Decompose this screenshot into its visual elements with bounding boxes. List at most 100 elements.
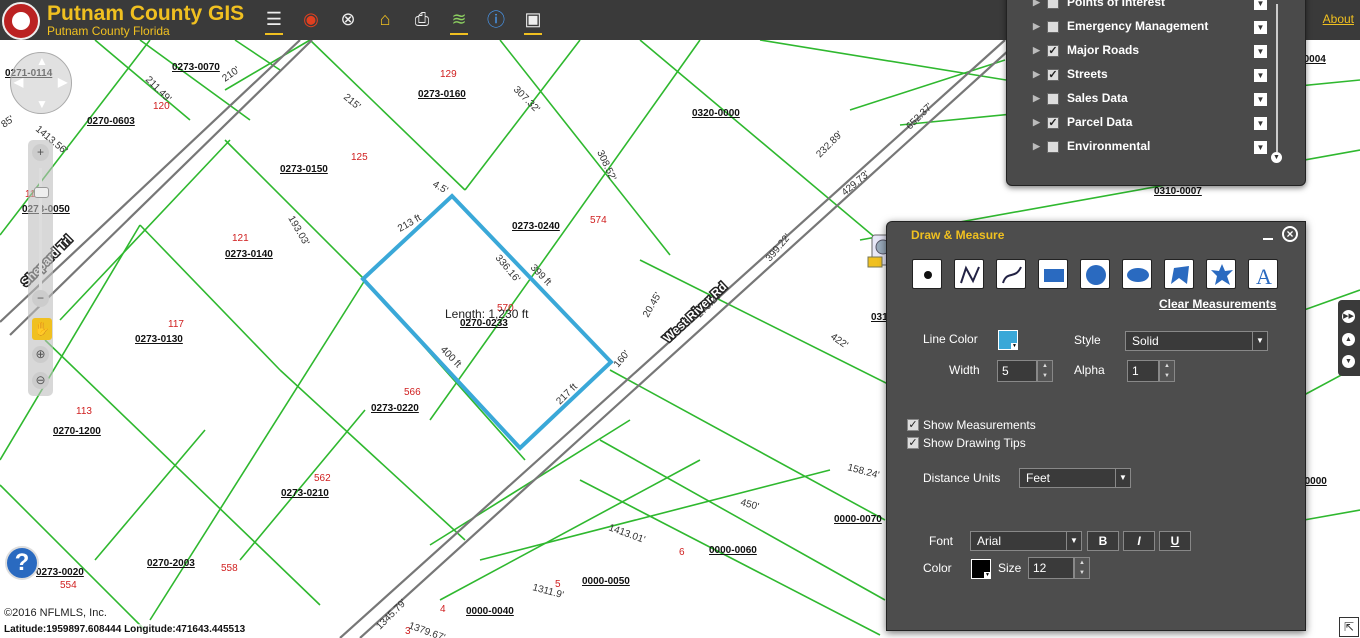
layers-scrollbar[interactable] (1276, 4, 1278, 152)
bold-button[interactable]: B (1087, 531, 1119, 551)
expand-arrow-icon[interactable]: ▶ (1033, 141, 1040, 152)
expand-arrow-icon[interactable]: ▶ (1033, 0, 1040, 8)
basemap-stack-icon[interactable]: ≋ (446, 5, 472, 35)
width-input[interactable]: 5 (997, 360, 1037, 382)
layer-row[interactable]: ▶ Environmental ▼ (1007, 137, 1277, 159)
zoom-in-button[interactable]: + (32, 144, 49, 161)
parcel-id-label[interactable]: 0270-2003 (147, 558, 195, 569)
pan-up-icon[interactable]: ▲ (36, 54, 48, 68)
font-size-stepper[interactable]: ▲ ▼ (1074, 557, 1090, 579)
show-measurements-checkbox[interactable]: ✓ (907, 419, 919, 431)
expand-arrow-icon[interactable]: ▶ (1033, 21, 1040, 32)
show-drawing-tips-checkbox[interactable]: ✓ (907, 437, 919, 449)
chevron-down-icon[interactable]: ▼ (1254, 141, 1267, 154)
layer-checkbox[interactable] (1047, 93, 1059, 105)
parcel-id-label[interactable]: 0310-0007 (1154, 186, 1202, 197)
chevron-down-icon[interactable]: ▼ (1254, 0, 1267, 10)
chevron-up-icon[interactable]: ▲ (1342, 333, 1355, 346)
parcel-id-label[interactable]: 0273-0140 (225, 249, 273, 260)
parcel-id-label[interactable]: 0273-0240 (512, 221, 560, 232)
layer-row[interactable]: ▶ ✓ Parcel Data ▼ (1007, 113, 1277, 135)
pan-down-icon[interactable]: ▼ (36, 97, 48, 111)
ellipse-tool-icon[interactable] (1122, 259, 1152, 289)
pan-hand-icon[interactable]: ✋ (32, 318, 52, 340)
layer-row[interactable]: ▶ ✓ Streets ▼ (1007, 65, 1277, 87)
parcel-id-label[interactable]: 0000-0040 (466, 606, 514, 617)
expand-arrow-icon[interactable]: ▶ (1033, 117, 1040, 128)
freehand-polygon-tool-icon[interactable] (1206, 259, 1236, 289)
parcel-id-label[interactable]: 0273-0070 (172, 62, 220, 73)
chevron-down-icon[interactable]: ▼ (1342, 355, 1355, 368)
polyline-tool-icon[interactable] (954, 259, 984, 289)
expand-arrow-icon[interactable]: ▶ (1033, 69, 1040, 80)
measure-tool-icon[interactable]: ▣ (520, 5, 546, 35)
layer-checkbox[interactable] (1047, 0, 1059, 9)
home-icon[interactable]: ⌂ (372, 5, 398, 33)
chevron-down-icon[interactable]: ▼ (1254, 93, 1267, 106)
chevron-down-icon[interactable]: ▼ (1254, 45, 1267, 58)
parcel-id-label[interactable]: 0320-0000 (692, 108, 740, 119)
layer-checkbox[interactable] (1047, 141, 1059, 153)
parcel-id-label[interactable]: 0273-0210 (281, 488, 329, 499)
layer-row[interactable]: ▶ Points of Interest ▼ (1007, 0, 1277, 15)
zoom-out-tool-icon[interactable]: ⊖ (32, 372, 49, 389)
binoculars-icon[interactable]: ⊗ (335, 5, 361, 33)
font-size-input[interactable]: 12 (1028, 557, 1074, 579)
style-select[interactable]: Solid ▼ (1125, 331, 1268, 351)
pan-left-icon[interactable]: ◀ (14, 75, 23, 89)
alpha-input[interactable]: 1 (1127, 360, 1159, 382)
rectangle-tool-icon[interactable] (1038, 259, 1068, 289)
layer-row[interactable]: ▶ Emergency Management ▼ (1007, 17, 1277, 39)
minimize-icon[interactable] (1263, 232, 1273, 240)
layer-checkbox[interactable]: ✓ (1047, 45, 1059, 57)
underline-button[interactable]: U (1159, 531, 1191, 551)
layers-list-icon[interactable]: ☰ (261, 5, 287, 35)
layer-checkbox[interactable] (1047, 21, 1059, 33)
layer-checkbox[interactable]: ✓ (1047, 117, 1059, 129)
about-link[interactable]: About (1323, 12, 1354, 26)
pan-right-icon[interactable]: ▶ (58, 75, 67, 89)
resize-corner-icon[interactable]: ⇱ (1339, 617, 1359, 637)
parcel-id-label[interactable]: 0273-0150 (280, 164, 328, 175)
italic-button[interactable]: I (1123, 531, 1155, 551)
clear-measurements-link[interactable]: Clear Measurements (1159, 297, 1276, 311)
freehand-tool-icon[interactable] (996, 259, 1026, 289)
pan-control[interactable]: ▲ ▼ ◀ ▶ (10, 52, 72, 114)
circle-tool-icon[interactable] (1080, 259, 1110, 289)
target-icon[interactable]: ◉ (298, 5, 324, 33)
parcel-id-label[interactable]: 0000-0070 (834, 514, 882, 525)
printer-icon[interactable]: ⎙ (409, 5, 435, 33)
info-icon[interactable]: ⓘ (483, 5, 509, 33)
zoom-slider[interactable]: + − ⊕ ⊖ (28, 140, 53, 396)
distance-units-select[interactable]: Feet ▼ (1019, 468, 1131, 488)
parcel-id-label[interactable]: 0273-0130 (135, 334, 183, 345)
font-select[interactable]: Arial ▼ (970, 531, 1082, 551)
layers-scroll-down-button[interactable]: ▼ (1271, 152, 1282, 163)
chevron-down-icon[interactable]: ▼ (1254, 69, 1267, 82)
expand-arrow-icon[interactable]: ▶ (1033, 45, 1040, 56)
layer-row[interactable]: ▶ ✓ Major Roads ▼ (1007, 41, 1277, 63)
layer-checkbox[interactable]: ✓ (1047, 69, 1059, 81)
text-tool-icon[interactable]: A (1248, 259, 1278, 289)
parcel-id-label[interactable]: 0270-0603 (87, 116, 135, 127)
chevron-down-icon[interactable]: ▼ (1254, 21, 1267, 34)
parcel-id-label[interactable]: 0000-0060 (709, 545, 757, 556)
alpha-stepper[interactable]: ▲ ▼ (1159, 360, 1175, 382)
close-icon[interactable]: × (1282, 226, 1298, 242)
help-button[interactable]: ? (5, 546, 39, 580)
chevron-down-icon[interactable]: ▼ (1254, 117, 1267, 130)
zoom-thumb[interactable] (34, 187, 49, 198)
parcel-id-label[interactable]: 0000-0050 (582, 576, 630, 587)
width-stepper[interactable]: ▲ ▼ (1037, 360, 1053, 382)
parcel-id-label[interactable]: 0270-1200 (53, 426, 101, 437)
font-color-swatch[interactable]: ▼ (971, 559, 991, 579)
expand-arrow-icon[interactable]: ▶ (1033, 93, 1040, 104)
point-tool-icon[interactable] (912, 259, 942, 289)
parcel-id-label[interactable]: 0273-0160 (418, 89, 466, 100)
line-color-swatch[interactable]: ▼ (998, 330, 1018, 350)
fast-forward-icon[interactable]: ▶▶ (1342, 310, 1355, 323)
zoom-in-tool-icon[interactable]: ⊕ (32, 346, 49, 363)
layer-row[interactable]: ▶ Sales Data ▼ (1007, 89, 1277, 111)
parcel-id-label[interactable]: 0273-0220 (371, 403, 419, 414)
parcel-id-label[interactable]: 0273-0020 (36, 567, 84, 578)
